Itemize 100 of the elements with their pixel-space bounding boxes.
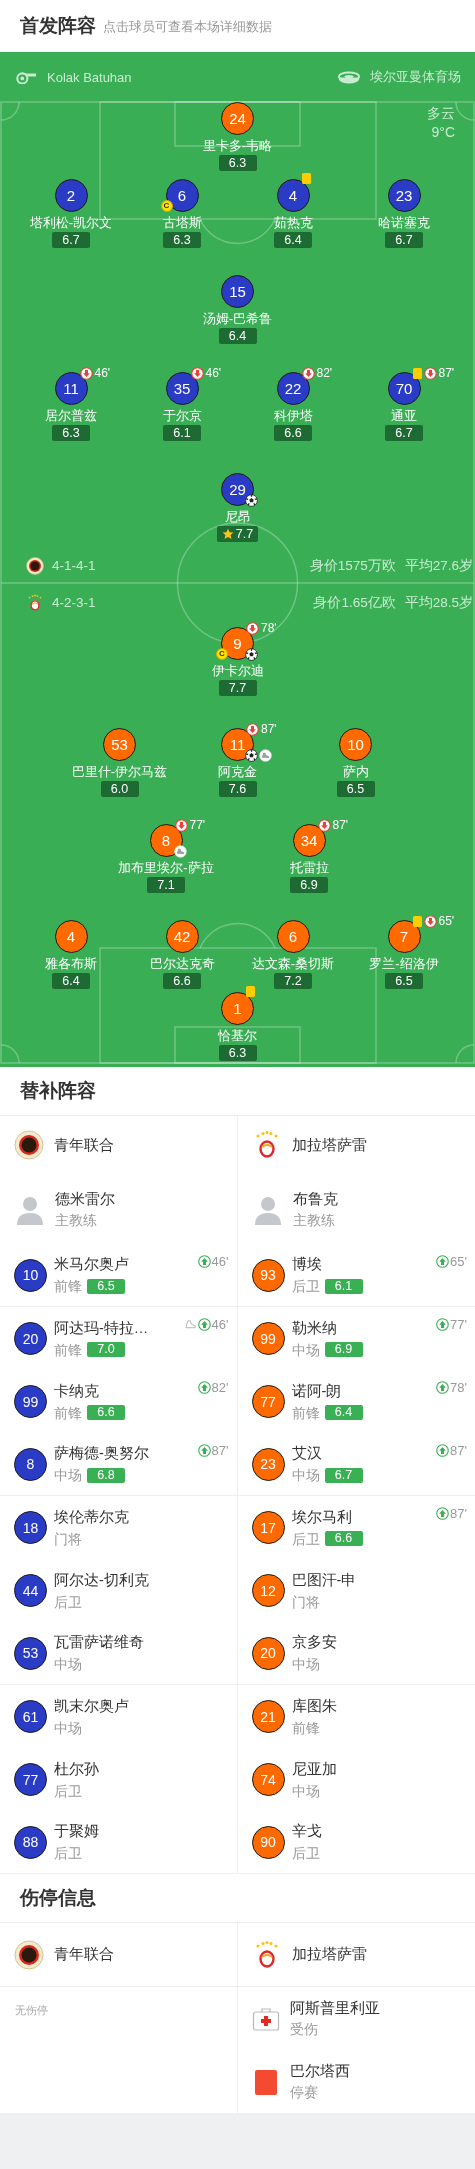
round-crest-icon [26,556,44,575]
player-marker[interactable]: 88 [14,1825,47,1859]
player-name: 加布里埃尔-萨拉 [118,859,214,876]
player-marker[interactable]: 20 [251,1636,285,1670]
player-position: 中场 [54,1718,82,1737]
crest-with-stars-icon [26,593,44,612]
player-marker[interactable]: 8 [14,1447,47,1481]
coach-role: 主教练 [292,1210,336,1229]
player-marker[interactable]: 61 [14,1700,47,1733]
player-marker[interactable]: 23 [387,179,421,212]
substitution-minute: 87' [450,1506,467,1521]
player-marker[interactable]: 23 [251,1447,285,1481]
coach-name: 德米雷尔 [55,1189,115,1209]
card-icon [412,367,422,379]
player-marker[interactable]: 7 [387,920,421,953]
team-name: 青年联合 [54,1945,114,1964]
player-marker[interactable]: 4 [276,179,310,212]
player-marker[interactable]: 99 [14,1385,47,1418]
substitution-out-icon [317,818,331,832]
captain-badge: C [216,648,228,660]
section-title: 替补阵容 [20,1079,96,1103]
substitution-out-icon [79,366,93,380]
player-marker[interactable]: 17 [251,1511,285,1544]
player-marker[interactable]: 12 [251,1574,285,1607]
player-name: 科伊塔 [273,407,313,424]
rating-value: 6.7 [395,426,413,440]
rating-badge: 6.8 [87,1467,125,1483]
player-marker[interactable]: 20 [14,1322,47,1355]
player-name: 罗兰-绍洛伊 [369,955,439,972]
player-marker[interactable]: 70 [387,372,421,405]
section-hint: 点击球员可查看本场详细数据 [103,18,272,36]
player-marker[interactable]: 6 [276,920,310,953]
empty-note: 无伤停 [15,2003,48,2018]
ball-icon [245,749,258,762]
player-name: 巴里什-伊尔马兹 [71,763,168,780]
player-marker[interactable]: 35 [165,372,199,405]
player-marker[interactable]: 1 [221,992,254,1025]
rating-value: 7.6 [228,782,247,796]
player-marker[interactable]: 10 [14,1258,47,1292]
player-position: 后卫 [291,1529,320,1548]
player-position: 中场 [291,1340,320,1359]
rating-value: 6.6 [173,974,191,988]
player-marker[interactable]: 34 [292,824,326,857]
player-name: 伊卡尔迪 [211,662,264,679]
player-marker[interactable]: 11 [54,372,88,405]
card-icon [246,986,255,997]
player-marker[interactable]: 90 [251,1825,285,1859]
player-marker[interactable]: 15 [221,275,254,308]
rating-badge: 6.6 [87,1405,125,1420]
star-icon [221,528,234,540]
player-marker[interactable]: 93 [251,1258,285,1292]
substitution-minute: 65' [438,914,455,928]
player-name: 勒米纳 [291,1318,338,1338]
player-position: 中场 [291,1466,320,1484]
player-marker[interactable]: 4 [54,920,88,953]
substitution-minute: 46' [211,1254,229,1269]
player-name: 尼亚加 [291,1759,338,1779]
player-marker[interactable]: 44 [14,1574,47,1607]
substitution-minute: 87' [438,366,455,380]
rating-value: 7.1 [157,878,175,892]
player-marker[interactable]: 77 [14,1763,47,1796]
substitution-minute: 82' [316,366,333,380]
rating-value: 6.3 [62,426,80,440]
rating-value: 7.2 [284,974,302,988]
player-name: 阿斯普里利亚 [289,1999,380,2018]
player-marker[interactable]: 53 [103,728,136,761]
player-name: 尼昂 [224,508,251,525]
player-name: 凯末尔奥卢 [54,1696,130,1716]
rating-value: 6.3 [228,156,247,170]
rating-badge: 6.5 [87,1278,125,1294]
player-marker[interactable]: 18 [14,1511,47,1544]
player-marker[interactable]: 99 [251,1322,285,1355]
player-marker[interactable]: 10 [339,728,372,761]
round-crest-icon [14,1939,44,1970]
player-name: 于聚姆 [54,1822,100,1841]
ball-icon [245,648,258,661]
player-marker[interactable]: 74 [251,1763,285,1796]
player-name: 达文森-桑切斯 [251,955,335,972]
player-marker[interactable]: 24 [221,102,254,135]
player-name: 阿克金 [218,763,257,780]
player-marker[interactable]: 2 [54,179,88,212]
weather-text: 多云 [427,104,455,123]
rating-value: 6.6 [284,426,302,440]
rating-value: 7.7 [228,681,247,695]
player-name: 塔利松-凯尔文 [29,214,113,231]
player-marker[interactable]: 22 [276,372,310,405]
player-marker[interactable]: 21 [251,1700,285,1733]
player-name: 卡纳克 [54,1381,100,1401]
player-marker[interactable]: 53 [14,1636,47,1670]
substitution-in-icon [197,1255,211,1268]
substitution-out-icon [301,366,315,380]
player-position: 前锋 [291,1403,320,1422]
player-marker[interactable]: 42 [165,920,199,953]
player-marker[interactable]: 77 [251,1385,285,1418]
player-marker[interactable]: 29 [221,473,254,506]
player-name: 京多安 [291,1633,338,1652]
player-position: 中场 [54,1466,82,1484]
temperature-text: 9°C [431,123,455,142]
player-position: 门将 [291,1592,320,1611]
boot-icon [259,749,272,762]
